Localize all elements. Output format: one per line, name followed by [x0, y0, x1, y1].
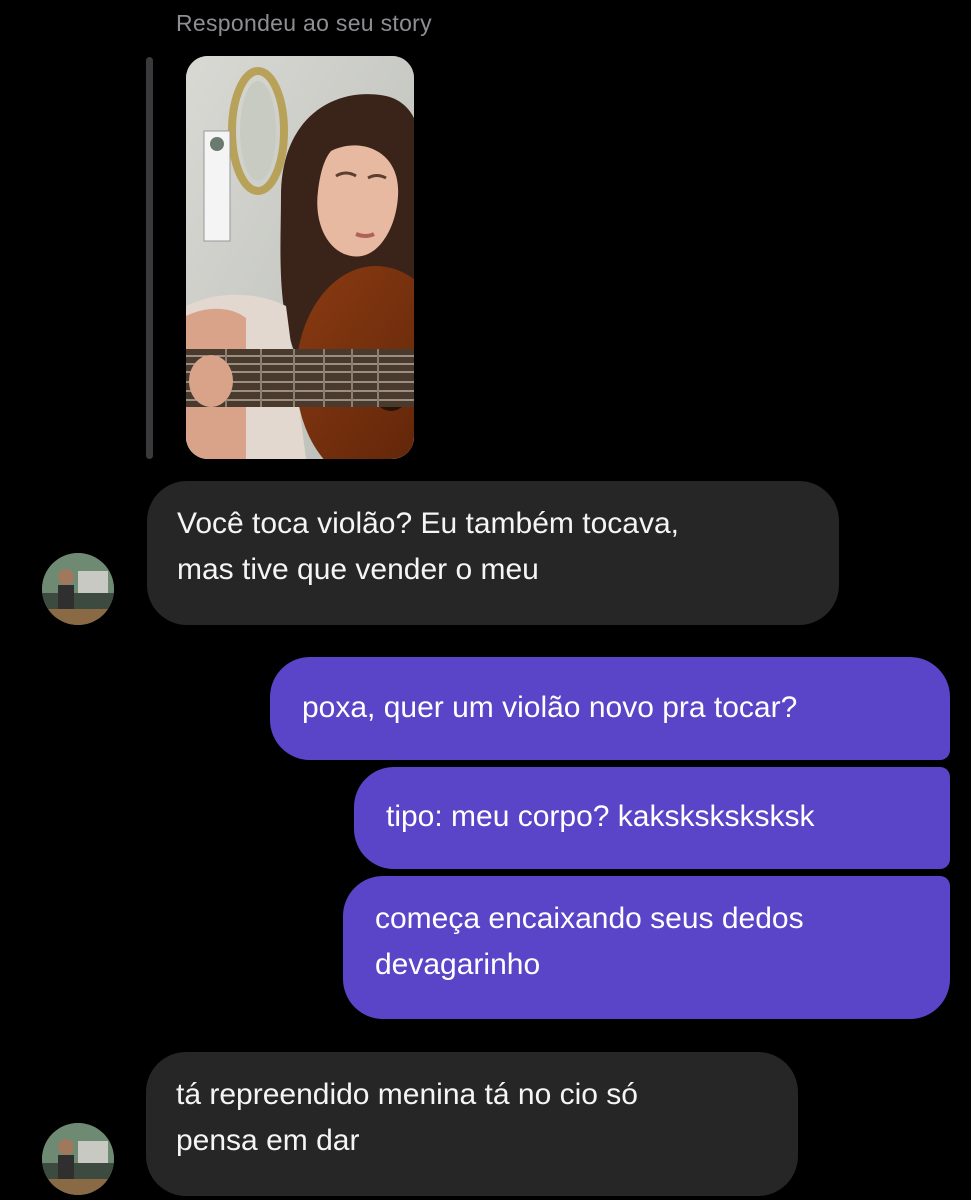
story-photo-illustration [186, 56, 414, 459]
message-incoming-1[interactable]: Você toca violão? Eu também tocava, mas … [147, 481, 839, 625]
story-thumbnail[interactable] [186, 56, 414, 459]
avatar-photo-icon [42, 553, 114, 625]
message-outgoing-2[interactable]: tipo: meu corpo? kaksksksksksk [354, 767, 950, 869]
reply-quote-bar [146, 57, 153, 459]
avatar-photo-icon [42, 1123, 114, 1195]
message-outgoing-1[interactable]: poxa, quer um violão novo pra tocar? [270, 657, 950, 760]
contact-avatar[interactable] [42, 1123, 114, 1195]
message-outgoing-3[interactable]: começa encaixando seus dedos devagarinho [343, 876, 950, 1019]
message-incoming-2[interactable]: tá repreendido menina tá no cio só pensa… [146, 1052, 798, 1196]
contact-avatar[interactable] [42, 553, 114, 625]
story-reply-label: Respondeu ao seu story [176, 10, 432, 36]
